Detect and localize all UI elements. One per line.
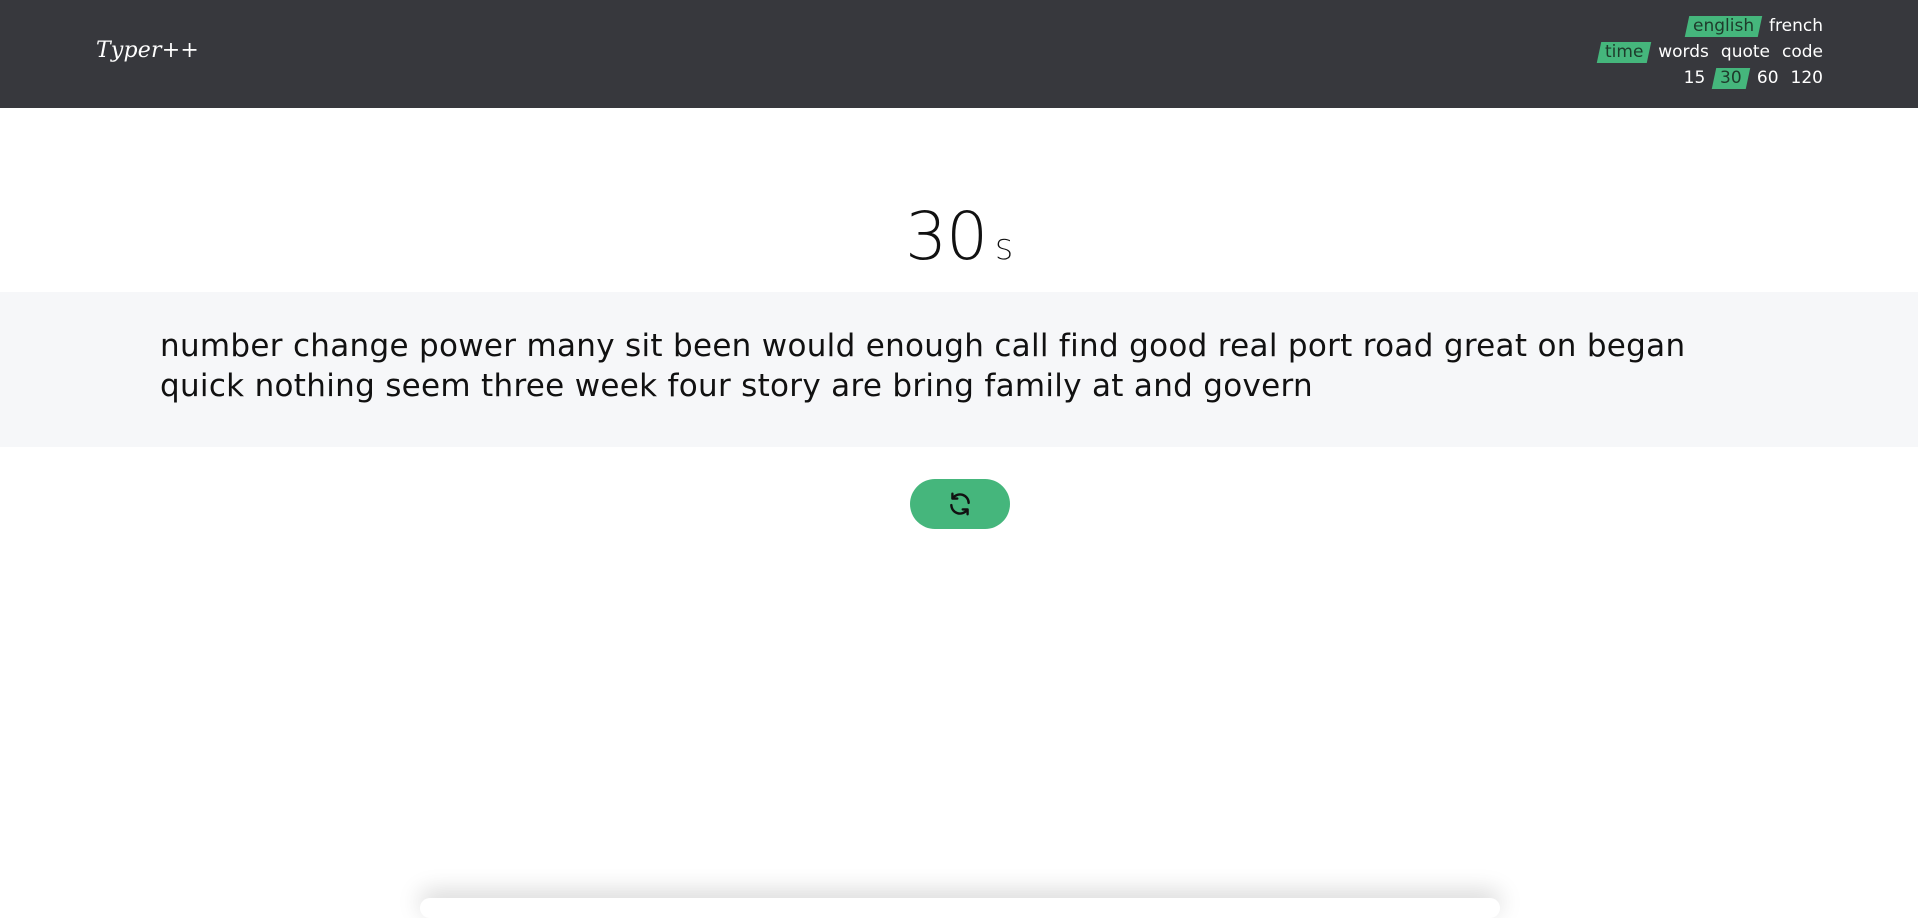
timer-unit: S — [995, 233, 1013, 266]
language-options: english french — [1684, 16, 1826, 37]
language-option-english[interactable]: english — [1684, 16, 1763, 37]
countdown-timer: 30 S — [0, 198, 1918, 275]
refresh-icon — [950, 492, 970, 516]
mode-option-time[interactable]: time — [1596, 42, 1652, 63]
top-header: Typer++ english french time words quote … — [0, 0, 1918, 108]
mode-option-code[interactable]: code — [1779, 42, 1826, 63]
mode-option-quote[interactable]: quote — [1718, 42, 1773, 63]
duration-option-120[interactable]: 120 — [1788, 68, 1826, 89]
duration-option-30[interactable]: 30 — [1712, 68, 1751, 89]
typing-area[interactable]: number change power many sit been would … — [0, 292, 1918, 447]
duration-option-60[interactable]: 60 — [1754, 68, 1782, 89]
mode-option-words[interactable]: words — [1655, 42, 1712, 63]
app-logo[interactable]: Typer++ — [96, 38, 199, 63]
timer-value: 30 — [905, 198, 988, 275]
test-options: english french time words quote code 15 … — [1596, 16, 1826, 89]
words-text: number change power many sit been would … — [160, 328, 1686, 404]
mode-options: time words quote code — [1596, 42, 1826, 63]
bottom-panel-edge — [420, 898, 1500, 918]
language-option-french[interactable]: french — [1766, 16, 1826, 37]
duration-options: 15 30 60 120 — [1681, 68, 1826, 89]
duration-option-15[interactable]: 15 — [1681, 68, 1709, 89]
restart-button[interactable] — [910, 479, 1010, 529]
